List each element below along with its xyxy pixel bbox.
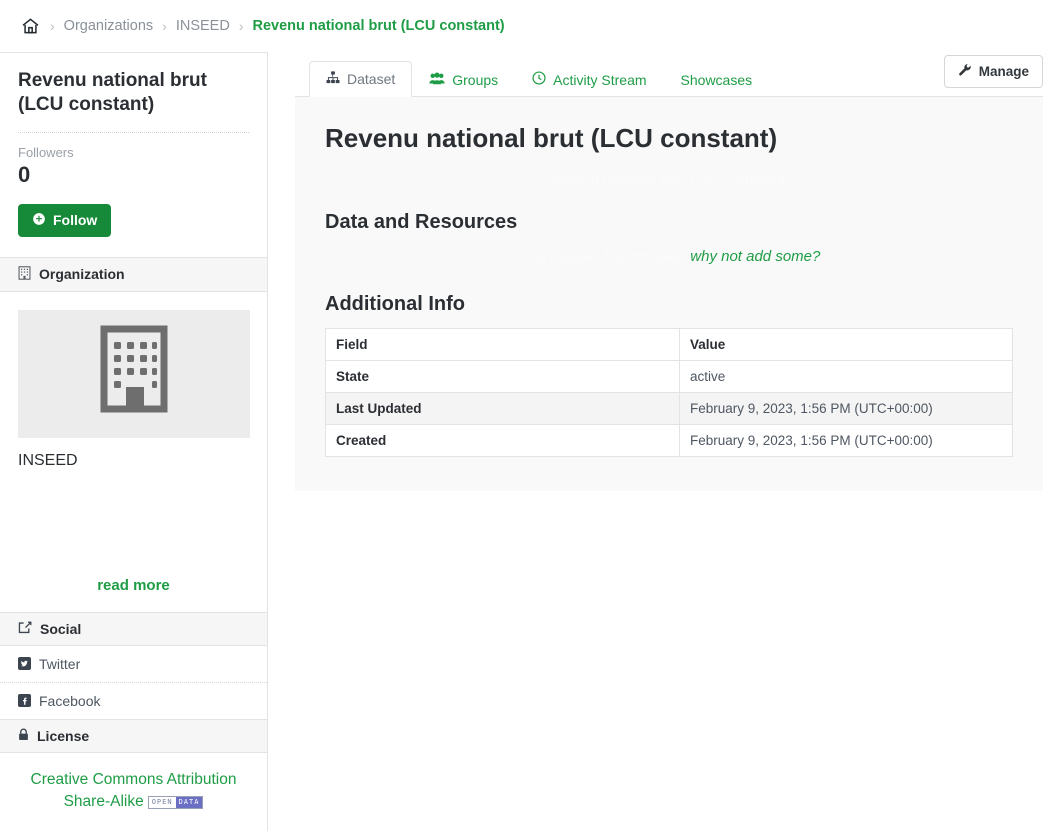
sidebar-section-license: License [0,718,267,753]
organization-name: INSEED [18,451,78,469]
read-more-link[interactable]: read more [0,577,267,594]
tab-activity-stream-label: Activity Stream [553,71,647,88]
sidebar-section-organization-label: Organization [39,266,125,283]
table-row: State active [325,359,1013,393]
dataset-panel: Revenu national brut (LCU constant) Reve… [295,97,1043,491]
breadcrumb-item-inseed[interactable]: INSEED [176,18,230,34]
home-icon[interactable] [20,16,41,36]
license-name: Creative Commons Attribution Share-Alike [30,770,237,811]
table-cell-field: Created [325,423,680,457]
users-icon [429,72,445,88]
tab-dataset-label: Dataset [347,71,396,87]
organization-image [18,309,250,438]
lock-icon [18,728,29,744]
additional-info-table: Field Value State active Last Updated Fe… [325,327,1013,457]
table-cell-field: State [325,359,680,393]
table-header-value: Value [679,327,1013,361]
manage-button-label: Manage [978,64,1029,79]
plus-circle-icon [32,212,46,229]
social-link-facebook-label: Facebook [39,692,101,709]
tab-groups[interactable]: Groups [412,62,515,97]
sidebar-dataset-module: Revenu national brut (LCU constant) Foll… [0,53,267,257]
license-link[interactable]: Creative Commons Attribution Share-Alike… [31,771,237,810]
follow-button-label: Follow [53,212,98,229]
dataset-notes: Revenu national brut (LCU constant) [547,170,791,187]
clock-icon [532,71,546,88]
tab-showcases-label: Showcases [680,72,753,88]
manage-button[interactable]: Manage [943,55,1043,88]
sidebar-section-social-label: Social [40,620,82,637]
share-icon [18,621,32,637]
breadcrumb-separator-3: › [238,18,244,34]
organization-module: INSEED read more [0,292,267,612]
main-content: Dataset Groups Activity Stream Showcases… [268,52,1063,491]
no-data-message: This dataset has no data, why not add so… [325,248,1013,265]
sidebar: Revenu national brut (LCU constant) Foll… [0,52,268,831]
tab-bar: Dataset Groups Activity Stream Showcases… [295,52,1043,97]
sidebar-section-license-label: License [37,727,90,744]
wrench-icon [958,63,972,80]
breadcrumb-item-organizations[interactable]: Organizations [64,18,153,34]
social-link-twitter[interactable]: Twitter [0,646,267,683]
tab-activity-stream[interactable]: Activity Stream [515,61,663,97]
page-body: Revenu national brut (LCU constant) Foll… [0,52,1063,831]
table-row: Created February 9, 2023, 1:56 PM (UTC+0… [325,423,1013,457]
open-data-badge-right: DATA [175,796,203,808]
table-cell-field: Last Updated [325,391,680,425]
facebook-icon [18,694,31,708]
tab-dataset[interactable]: Dataset [309,61,413,97]
follow-button[interactable]: Follow [18,203,112,237]
table-cell-value: February 9, 2023, 1:56 PM (UTC+00:00) [679,391,1013,425]
followers-count: 0 [18,161,31,187]
open-data-badge-left: OPEN [148,796,176,808]
building-icon [18,265,31,283]
sidebar-divider [18,131,249,133]
table-header-row: Field Value [325,327,1013,361]
followers-label: Followers [18,144,74,160]
breadcrumb-separator-2: › [162,18,167,34]
social-link-twitter-label: Twitter [39,655,81,672]
tab-showcases[interactable]: Showcases [664,62,770,97]
sidebar-dataset-title: Revenu national brut (LCU constant) [18,70,207,116]
page-title: Revenu national brut (LCU constant) [325,123,778,153]
twitter-icon [18,657,31,671]
tab-groups-label: Groups [452,72,499,88]
additional-info-heading: Additional Info [325,292,465,315]
table-row: Last Updated February 9, 2023, 1:56 PM (… [325,391,1013,425]
building-placeholder-icon [95,325,173,422]
sidebar-section-organization: Organization [0,256,267,292]
license-module: Creative Commons Attribution Share-Alike… [0,753,267,831]
no-data-text: This dataset has no data, [517,247,687,265]
tabs: Dataset Groups Activity Stream Showcases [309,60,770,97]
add-data-link[interactable]: why not add some? [690,248,820,265]
breadcrumb-separator-1: › [50,18,55,34]
breadcrumb: › Organizations › INSEED › Revenu nation… [0,0,1063,52]
data-resources-heading: Data and Resources [325,210,518,233]
table-header-field: Field [325,327,680,361]
sidebar-section-social: Social [0,611,267,646]
sitemap-icon [326,71,340,87]
social-link-facebook[interactable]: Facebook [0,683,267,719]
open-data-badge: OPEN DATA [147,795,204,809]
breadcrumb-item-current: Revenu national brut (LCU constant) [252,18,505,34]
table-cell-value: February 9, 2023, 1:56 PM (UTC+00:00) [679,423,1013,457]
table-cell-value: active [679,359,1013,393]
